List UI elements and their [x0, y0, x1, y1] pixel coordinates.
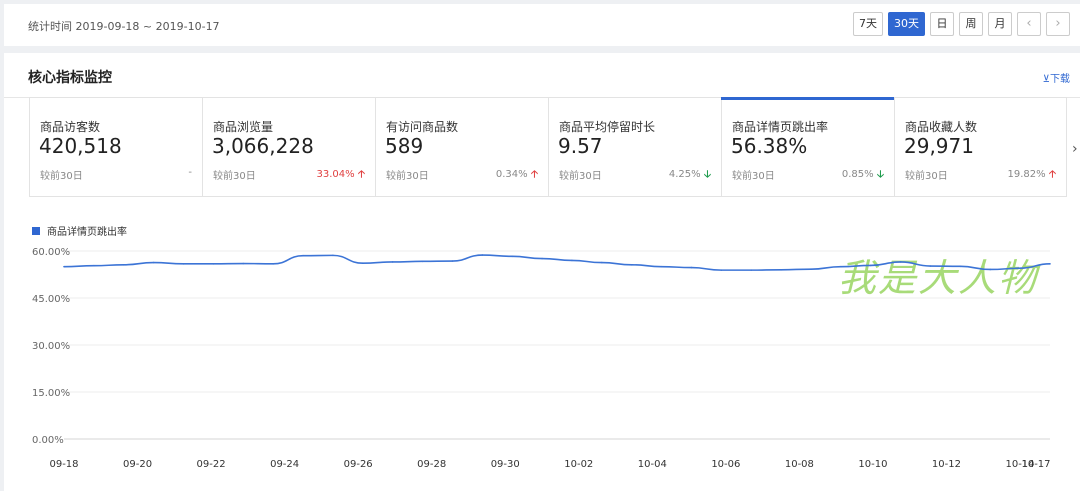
x-tick-label: 10-02 — [564, 459, 593, 470]
data-point — [481, 254, 484, 256]
range-7d-button[interactable]: 7天 — [853, 12, 883, 36]
data-point — [571, 259, 573, 262]
data-point — [152, 261, 155, 264]
data-point — [332, 254, 334, 257]
x-tick-label: 09-28 — [417, 459, 446, 470]
data-point — [750, 269, 753, 271]
data-point — [122, 263, 125, 266]
data-point — [182, 263, 185, 265]
data-point — [451, 260, 454, 262]
data-point — [361, 262, 364, 265]
chevron-left-icon[interactable]: ‹ — [1017, 12, 1041, 36]
chevron-right-icon[interactable]: › — [1046, 12, 1070, 36]
data-point — [660, 265, 663, 268]
data-point — [541, 257, 543, 260]
range-30d-button[interactable]: 30天 — [888, 12, 925, 36]
data-point — [630, 263, 633, 266]
data-point — [929, 265, 932, 267]
x-tick-label: 10-17 — [1021, 459, 1050, 470]
x-tick-label: 10-08 — [785, 459, 814, 470]
data-point — [959, 265, 962, 268]
x-tick-label: 10-04 — [638, 459, 667, 470]
bounce-rate-chart: 60.00% 45.00% 30.00% 15.00% 0.00% 09-18 09-20 0… — [32, 247, 1051, 470]
data-point — [869, 264, 872, 267]
range-week-button[interactable]: 周 — [959, 12, 983, 36]
x-tick-label: 09-24 — [270, 459, 299, 470]
y-tick-label: 45.00% — [32, 294, 70, 305]
data-point — [601, 261, 603, 264]
data-point — [780, 269, 782, 271]
y-tick-label: 0.00% — [32, 435, 64, 446]
watermark-text: 我是大人物 — [838, 256, 1041, 300]
period-text: 统计时间 2019-09-18 ~ 2019-10-17 — [28, 20, 220, 33]
data-point — [1019, 267, 1021, 270]
data-point — [302, 254, 304, 257]
data-point — [242, 262, 245, 265]
x-tick-label: 10-10 — [858, 459, 887, 470]
range-button-group: 7天 30天 日 周 月 ‹ › — [848, 12, 1070, 36]
y-tick-label: 60.00% — [32, 247, 70, 258]
x-tick-label: 10-12 — [932, 459, 961, 470]
range-day-button[interactable]: 日 — [930, 12, 954, 36]
data-point — [1049, 263, 1051, 265]
data-point — [391, 261, 394, 263]
data-point — [421, 260, 424, 263]
x-tick-label: 09-20 — [123, 459, 152, 470]
data-point — [899, 261, 902, 263]
data-point — [93, 264, 95, 267]
data-point — [212, 263, 215, 265]
data-point — [840, 265, 842, 268]
y-tick-label: 30.00% — [32, 341, 70, 352]
data-point — [272, 263, 274, 265]
range-month-button[interactable]: 月 — [988, 12, 1012, 36]
core-metrics-panel: 核心指标监控 ⊻下载 商品访客数 420,518 较前30日 - 商品浏览量 3… — [4, 53, 1080, 491]
y-tick-label: 15.00% — [32, 388, 70, 399]
data-point — [989, 268, 992, 271]
data-point — [810, 268, 812, 270]
x-tick-label: 09-18 — [49, 459, 78, 470]
data-point — [63, 265, 65, 268]
data-point — [720, 269, 723, 271]
date-range-bar: 统计时间 2019-09-18 ~ 2019-10-17 7天 30天 日 周 … — [4, 4, 1080, 46]
x-tick-label: 09-26 — [344, 459, 373, 470]
x-tick-label: 09-22 — [197, 459, 226, 470]
x-tick-label: 10-06 — [711, 459, 740, 470]
data-point — [690, 266, 693, 269]
data-point — [511, 255, 513, 258]
x-tick-label: 09-30 — [491, 459, 520, 470]
